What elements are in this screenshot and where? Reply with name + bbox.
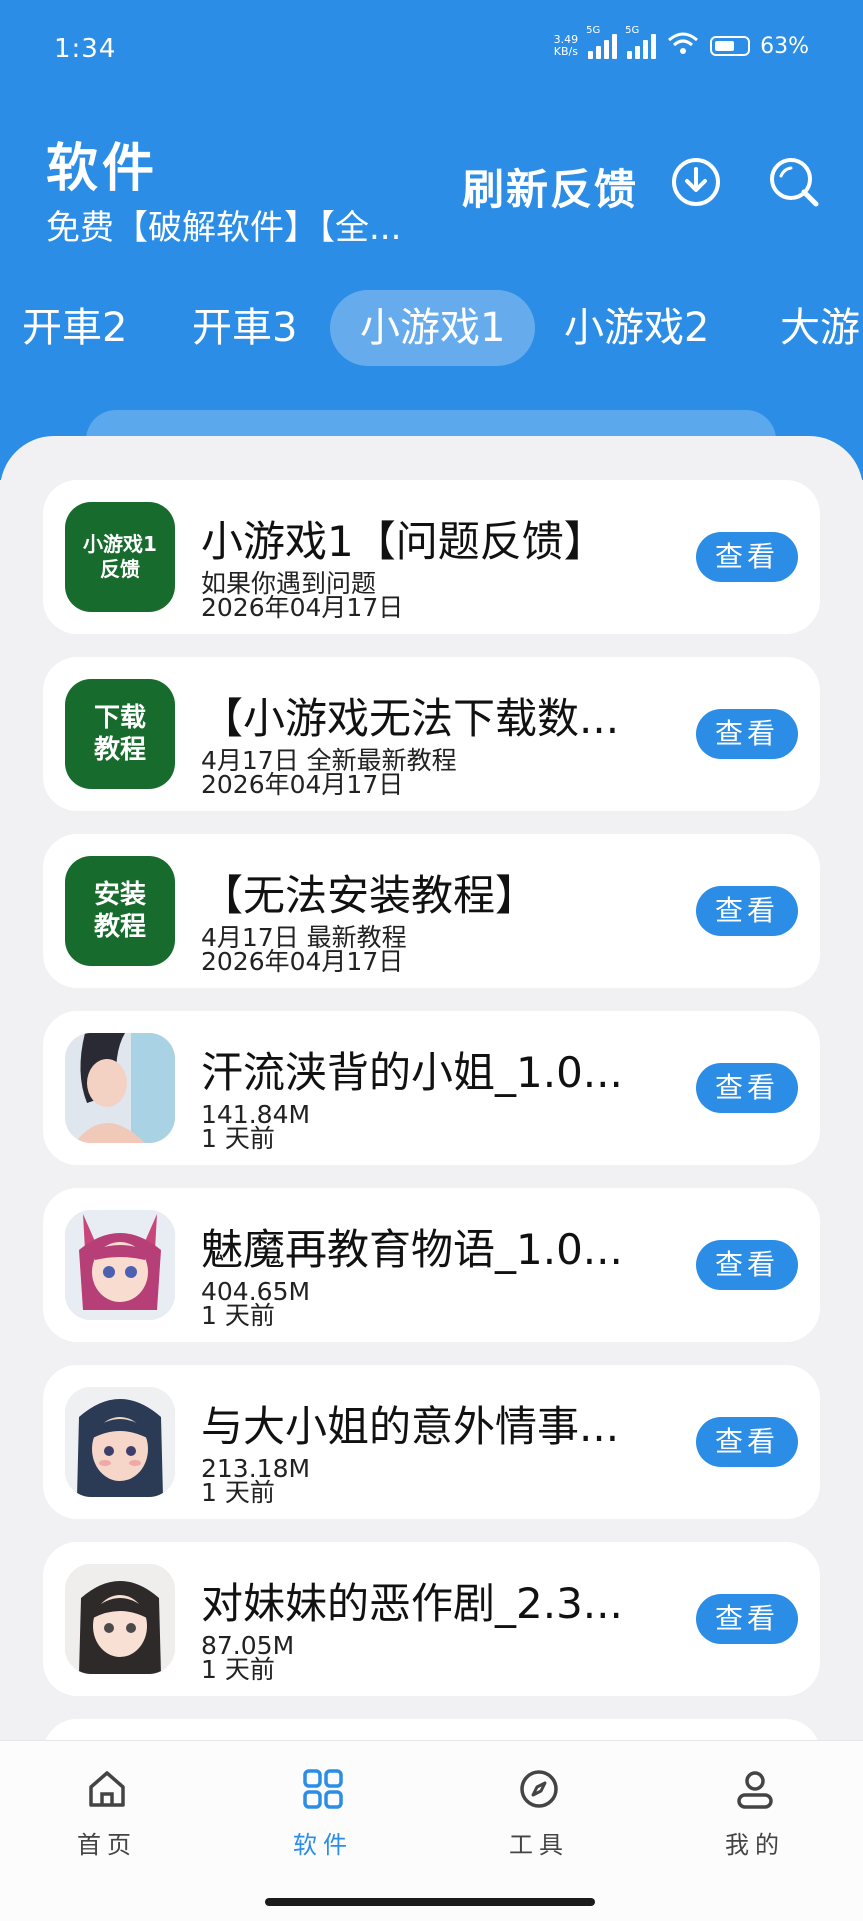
item-icon-text: 教程 (93, 912, 146, 942)
status-time: 1:34 (54, 34, 117, 64)
item-icon-text: 安装 (93, 879, 146, 910)
sim2-label: 5G (625, 25, 640, 36)
item-date: 2026年04月17日 (201, 947, 404, 976)
item-icon-text: 小游戏1 (83, 532, 157, 556)
sim1-label: 5G (586, 25, 601, 36)
nav-tools-label: 工具 (509, 1831, 569, 1859)
item-time: 1 天前 (201, 1124, 275, 1153)
status-icons: 3.49 KB/s 5G 5G 63% (554, 25, 809, 62)
item-title: 【小游戏无法下载数... (201, 694, 620, 743)
battery-percent: 63% (760, 33, 809, 59)
user-icon (737, 1771, 773, 1809)
tab-xiaoyouxi1[interactable]: 小游戏1 (330, 290, 536, 366)
list-item[interactable]: 安装 教程 【无法安装教程】 4月17日 最新教程 2026年04月17日 查看 (43, 834, 820, 988)
item-time: 1 天前 (201, 1301, 275, 1330)
item-title: 小游戏1【问题反馈】 (201, 517, 606, 566)
tab-xiaoyouxi2[interactable]: 小游戏2 (564, 290, 709, 366)
game-cover-image (65, 1210, 175, 1320)
page-title: 软件 (46, 139, 159, 199)
list-item[interactable]: 魅魔再教育物语_1.0... 404.65M 1 天前 查看 (43, 1188, 820, 1342)
tab-kaiche2[interactable]: 开車2 (22, 290, 127, 366)
item-icon-text: 反馈 (99, 557, 140, 581)
list-item[interactable]: 与大小姐的意外情事... 213.18M 1 天前 查看 (43, 1365, 820, 1519)
item-title: 【无法安装教程】 (201, 871, 538, 920)
item-icon: 下载 教程 (65, 679, 175, 789)
list-item[interactable]: 对妹妹的恶作剧_2.3... 87.05M 1 天前 查看 (43, 1542, 820, 1696)
bottom-nav: 首页 软件 工具 我的 (0, 1740, 863, 1921)
download-icon[interactable] (670, 156, 722, 208)
nav-software[interactable]: 软件 (248, 1767, 398, 1860)
nav-home[interactable]: 首页 (32, 1767, 182, 1860)
home-icon (89, 1771, 125, 1807)
nav-mine[interactable]: 我的 (680, 1767, 830, 1860)
item-title: 汗流浃背的小姐_1.0... (201, 1048, 623, 1097)
item-date: 2026年04月17日 (201, 593, 404, 622)
view-button[interactable]: 查看 (696, 886, 798, 936)
search-icon[interactable] (766, 154, 822, 210)
view-button[interactable]: 查看 (696, 709, 798, 759)
list-item[interactable]: 汗流浃背的小姐_1.0... 141.84M 1 天前 查看 (43, 1011, 820, 1165)
item-icon: 小游戏1 反馈 (65, 502, 175, 612)
home-indicator[interactable] (265, 1898, 595, 1906)
item-title: 与大小姐的意外情事... (201, 1402, 620, 1451)
game-cover-image (65, 1564, 175, 1674)
item-icon-text: 下载 (93, 702, 146, 733)
view-button[interactable]: 查看 (696, 532, 798, 582)
tab-kaiche3[interactable]: 开車3 (192, 290, 297, 366)
item-icon-text: 教程 (93, 735, 146, 765)
page-subtitle: 免费【破解软件】【全... (46, 208, 402, 248)
view-button[interactable]: 查看 (696, 1240, 798, 1290)
item-title: 对妹妹的恶作剧_2.3... (201, 1579, 623, 1628)
nav-tools[interactable]: 工具 (464, 1767, 614, 1860)
net-speed-unit: KB/s (553, 45, 578, 58)
category-tabs: 开車2 开車3 小游戏1 小游戏2 大游 (0, 290, 863, 366)
view-button[interactable]: 查看 (696, 1594, 798, 1644)
compass-icon (520, 1770, 558, 1808)
nav-mine-label: 我的 (725, 1831, 785, 1859)
view-button[interactable]: 查看 (696, 1063, 798, 1113)
item-time: 1 天前 (201, 1478, 275, 1507)
game-cover-image (65, 1033, 175, 1143)
battery-icon (710, 36, 751, 56)
net-speed: 3.49 KB/s (554, 34, 579, 58)
list-item[interactable]: 小游戏1 反馈 小游戏1【问题反馈】 如果你遇到问题 2026年04月17日 查看 (43, 480, 820, 634)
item-title: 魅魔再教育物语_1.0... (201, 1225, 623, 1274)
game-cover-image (65, 1387, 175, 1497)
status-bar: 1:34 3.49 KB/s 5G 5G 63% (0, 0, 863, 100)
item-date: 2026年04月17日 (201, 770, 404, 799)
grid-icon (303, 1769, 343, 1809)
wifi-icon (666, 30, 700, 62)
nav-software-label: 软件 (293, 1831, 353, 1859)
signal-icon: 5G (586, 25, 618, 59)
tab-dayouxi[interactable]: 大游 (780, 290, 860, 366)
item-time: 1 天前 (201, 1655, 275, 1684)
list-item[interactable]: 下载 教程 【小游戏无法下载数... 4月17日 全新最新教程 2026年04月1… (43, 657, 820, 811)
battery-level (715, 41, 735, 51)
signal-icon-2: 5G (625, 25, 657, 59)
nav-home-label: 首页 (77, 1831, 137, 1859)
item-icon: 安装 教程 (65, 856, 175, 966)
refresh-feedback-button[interactable]: 刷新反馈 (462, 156, 638, 217)
view-button[interactable]: 查看 (696, 1417, 798, 1467)
